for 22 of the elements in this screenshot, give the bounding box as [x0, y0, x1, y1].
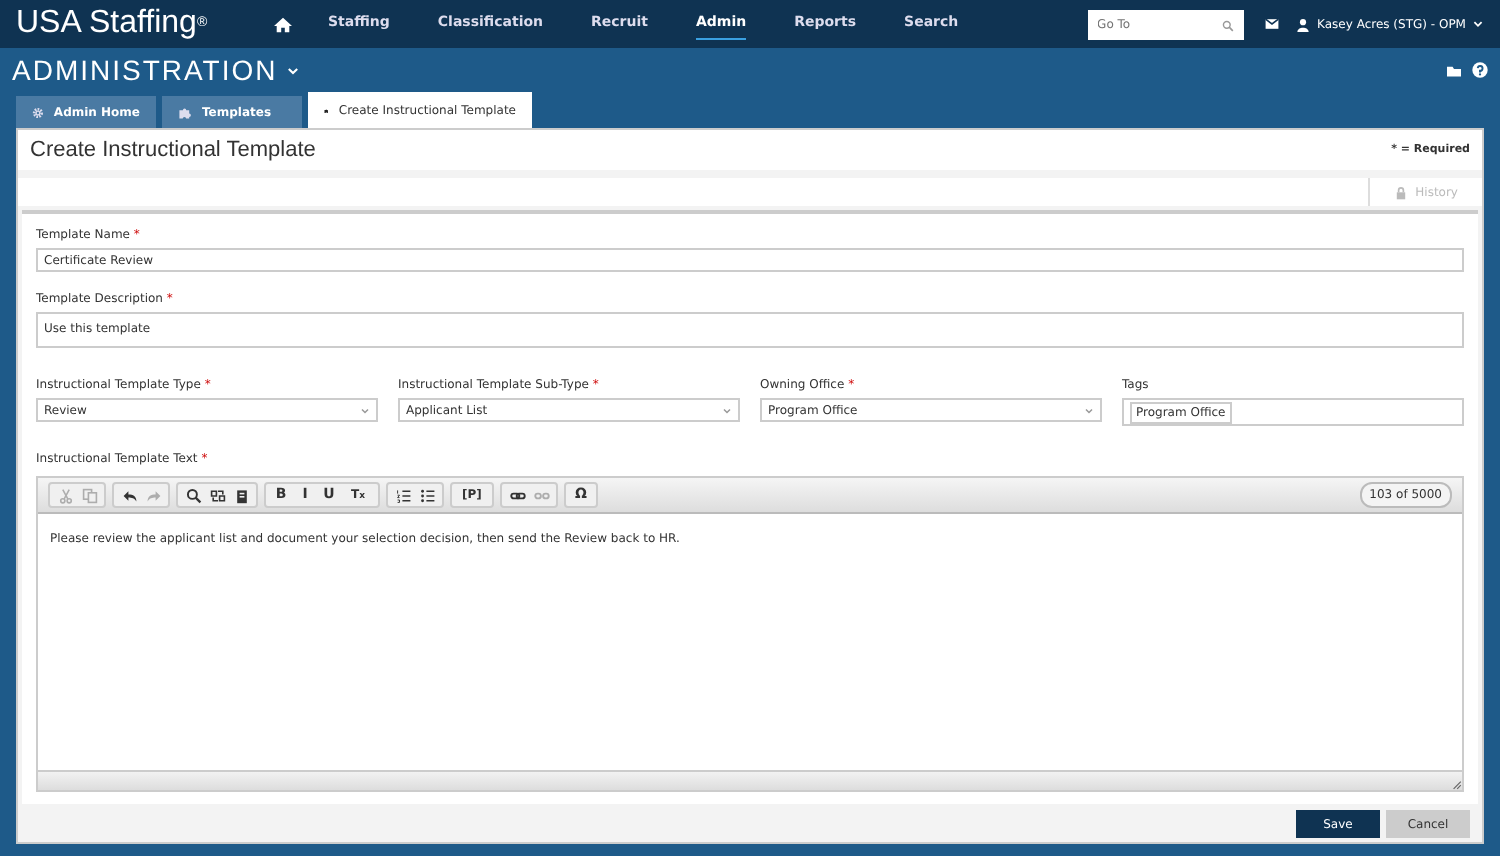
- puzzle-icon: [178, 105, 192, 119]
- brand-logo[interactable]: USA Staffing$^{®}$: [16, 0, 246, 48]
- search-icon[interactable]: [182, 484, 204, 506]
- home-icon[interactable]: [274, 15, 292, 33]
- bullet-list-icon[interactable]: [416, 484, 438, 506]
- page-title: Create Instructional Template: [30, 135, 316, 166]
- replace-icon[interactable]: [206, 484, 228, 506]
- caret-icon[interactable]: [285, 63, 300, 77]
- resize-grip-icon[interactable]: [1450, 778, 1462, 790]
- mail-icon[interactable]: [1263, 16, 1280, 32]
- gear-icon: [32, 105, 44, 119]
- numbered-list-icon[interactable]: [392, 484, 414, 506]
- user-icon: [1295, 17, 1310, 31]
- caret-icon: [722, 405, 732, 415]
- caret-icon: [1084, 405, 1094, 415]
- search-icon: [1221, 19, 1234, 31]
- help-icon[interactable]: [1472, 62, 1488, 78]
- caret-icon: [360, 405, 370, 415]
- lock-icon: [1393, 185, 1408, 199]
- caret-icon[interactable]: [1472, 18, 1484, 30]
- folder-icon[interactable]: [1446, 63, 1462, 77]
- section-title: ADMINISTRATION: [12, 51, 278, 89]
